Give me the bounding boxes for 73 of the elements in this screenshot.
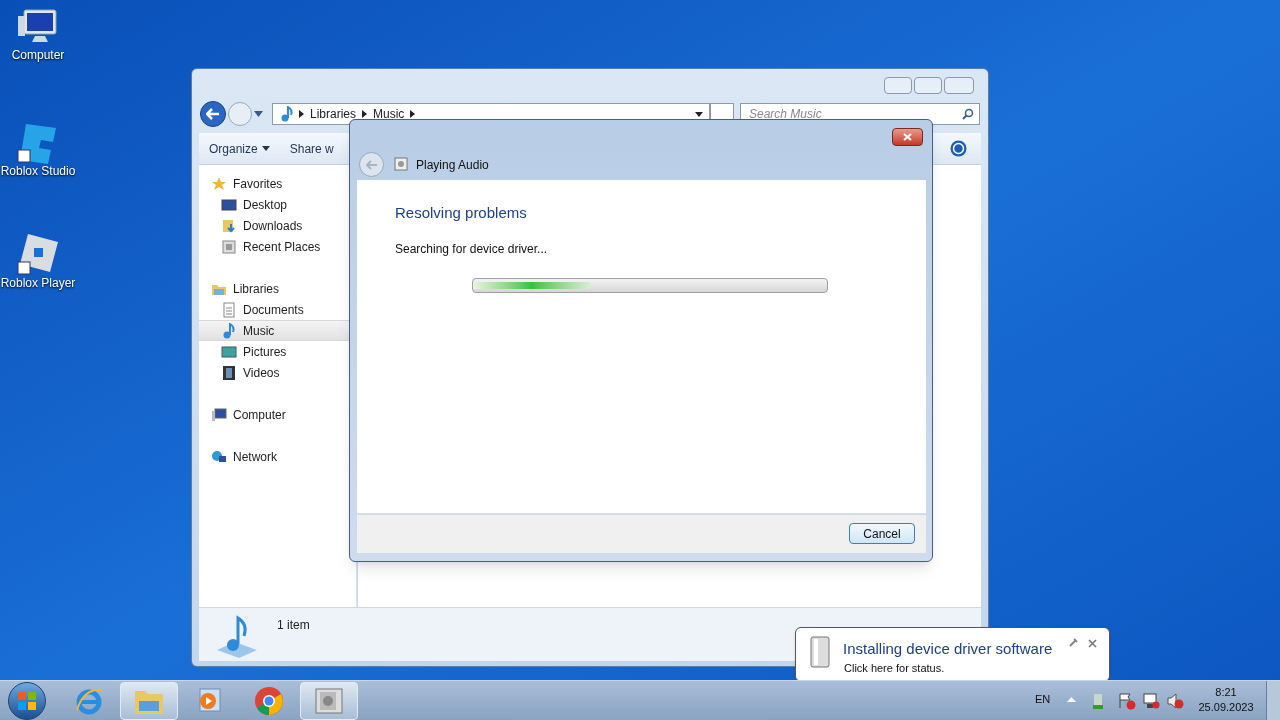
clock[interactable]: 8:21 25.09.2023 bbox=[1196, 685, 1256, 715]
help-icon[interactable] bbox=[950, 140, 967, 157]
star-icon bbox=[211, 175, 227, 192]
pictures-icon bbox=[221, 343, 237, 360]
show-desktop-button[interactable] bbox=[1266, 681, 1280, 720]
player-logo-icon bbox=[16, 232, 60, 276]
computer-icon bbox=[211, 406, 227, 423]
dialog-title: Playing Audio bbox=[416, 157, 489, 174]
recent-icon bbox=[221, 238, 237, 255]
close-icon[interactable] bbox=[1088, 639, 1097, 648]
speaker-window-icon bbox=[315, 687, 343, 714]
start-button[interactable] bbox=[8, 681, 46, 720]
documents-icon bbox=[221, 301, 237, 318]
desktop-icon-label[interactable]: Computer bbox=[11, 48, 65, 63]
dropdown-caret-icon bbox=[695, 111, 703, 117]
drive-icon bbox=[808, 636, 832, 668]
back-button[interactable] bbox=[200, 101, 226, 127]
toolbar-button[interactable]: Share w bbox=[279, 133, 344, 164]
notification-text: Click here for status. bbox=[844, 661, 945, 676]
nav-item[interactable]: Desktop bbox=[199, 194, 356, 215]
caret-icon bbox=[261, 146, 270, 151]
breadcrumb-item[interactable]: Music bbox=[373, 105, 405, 123]
cancel-button[interactable]: Cancel bbox=[849, 523, 915, 544]
nav-group-label: Computer bbox=[233, 406, 286, 424]
back-arrow-icon bbox=[206, 108, 220, 120]
breadcrumb-arrow-icon bbox=[299, 110, 304, 118]
status-message: Searching for device driver... bbox=[395, 241, 548, 258]
desktop-icon-label[interactable]: Roblox Player bbox=[0, 276, 76, 291]
toolbar-button[interactable]: Organize bbox=[199, 133, 280, 164]
speaker-muted-icon[interactable] bbox=[1166, 692, 1184, 710]
clock-date: 25.09.2023 bbox=[1198, 700, 1254, 715]
speaker-icon bbox=[394, 157, 408, 171]
language-indicator[interactable]: EN bbox=[1035, 691, 1051, 708]
videos-icon bbox=[221, 364, 237, 381]
minimize-button[interactable] bbox=[884, 77, 912, 94]
flag-error-icon[interactable] bbox=[1118, 692, 1136, 710]
taskbar-app-button[interactable] bbox=[120, 681, 178, 720]
nav-item[interactable]: Videos bbox=[199, 362, 356, 383]
nav-group-label: Favorites bbox=[233, 175, 283, 193]
dialog-heading: Resolving problems bbox=[395, 203, 527, 223]
maximize-button[interactable] bbox=[914, 77, 942, 94]
up-arrow-icon[interactable] bbox=[1067, 697, 1076, 702]
back-arrow-icon bbox=[365, 159, 378, 170]
nav-item[interactable]: Recent Places bbox=[199, 236, 356, 257]
breadcrumb-item[interactable]: Libraries bbox=[310, 105, 357, 123]
network-error-icon[interactable] bbox=[1142, 692, 1160, 710]
search-icon bbox=[962, 108, 974, 120]
dropdown-caret-icon bbox=[254, 111, 263, 117]
network-icon bbox=[211, 448, 227, 465]
media-player-icon bbox=[196, 687, 222, 714]
device-icon[interactable] bbox=[1093, 693, 1103, 709]
item-count: 1 item bbox=[277, 617, 310, 634]
breadcrumb-arrow-icon bbox=[362, 110, 368, 118]
clock-time: 8:21 bbox=[1215, 685, 1237, 700]
music-note-icon bbox=[281, 106, 293, 122]
notification-title: Installing device driver software bbox=[843, 639, 1053, 659]
nav-item[interactable]: Pictures bbox=[199, 341, 356, 362]
breadcrumb-arrow-icon bbox=[410, 110, 416, 118]
nav-item[interactable]: Downloads bbox=[199, 215, 356, 236]
nav-group-label: Libraries bbox=[233, 280, 280, 298]
nav-group-label: Network bbox=[233, 448, 277, 466]
windows-logo-icon bbox=[18, 691, 36, 710]
nav-item[interactable]: Documents bbox=[199, 299, 356, 320]
chrome-icon bbox=[254, 685, 284, 716]
close-button[interactable] bbox=[892, 128, 923, 146]
desktop-icon bbox=[221, 196, 237, 213]
downloads-icon bbox=[221, 217, 237, 234]
desktop-icon-label[interactable]: Roblox Studio bbox=[0, 164, 76, 179]
taskbar-app-button[interactable] bbox=[300, 681, 358, 720]
close-icon bbox=[903, 133, 912, 141]
wrench-icon[interactable] bbox=[1069, 638, 1078, 647]
notification-balloon[interactable]: Installing device driver software Click here for status. bbox=[795, 627, 1110, 682]
music-icon bbox=[221, 322, 237, 339]
